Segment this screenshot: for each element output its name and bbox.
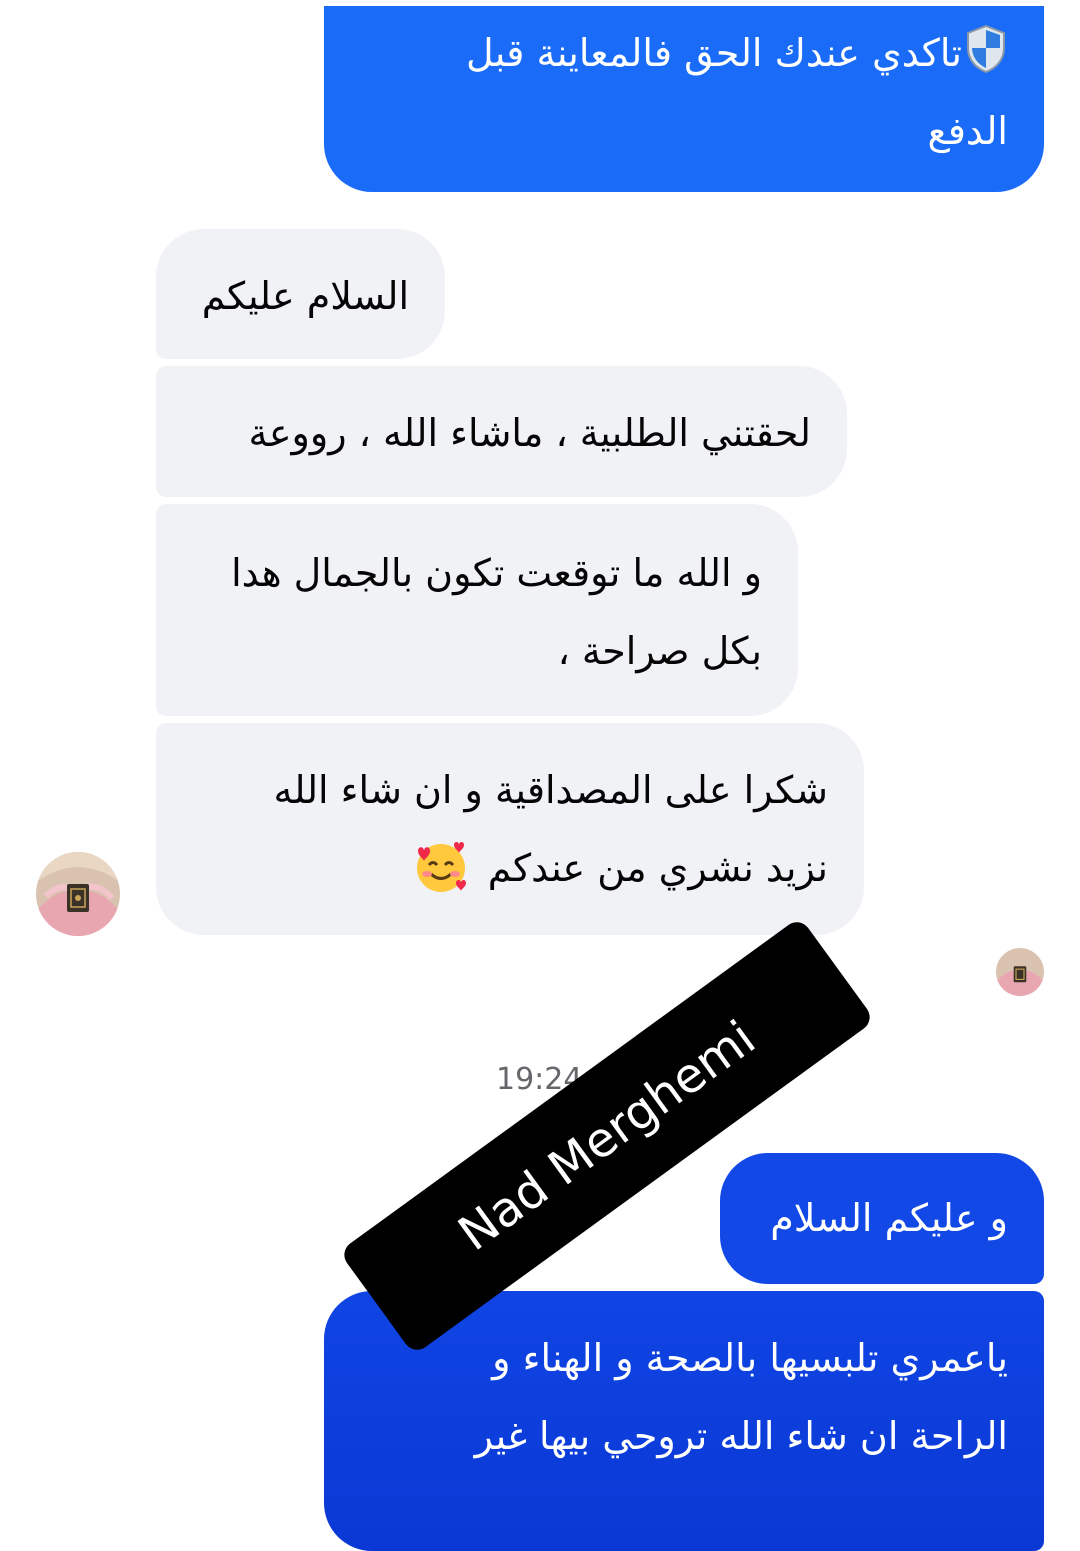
- read-receipt-avatar: [996, 948, 1044, 996]
- avatar-image: [36, 852, 120, 936]
- incoming-message-bubble[interactable]: السلام عليكم: [156, 229, 445, 359]
- message-line: السلام عليكم: [201, 274, 409, 318]
- outgoing-message-bubble[interactable]: و عليكم السلام: [720, 1153, 1044, 1284]
- smiling-face-with-hearts-icon: [416, 842, 466, 892]
- shield-icon: [967, 24, 1005, 74]
- incoming-message-bubble[interactable]: شكرا على المصداقية و ان شاء الله نزيد نش…: [156, 723, 864, 935]
- message-line: ياعمري تلبسيها بالصحة و الهناء و: [492, 1336, 1008, 1380]
- watermark-text: Nad Merghemi: [448, 1010, 766, 1262]
- outgoing-message-bubble[interactable]: تاكدي عندك الحق فالمعاينة قبل الدفع: [324, 6, 1044, 192]
- avatar-image: [996, 948, 1044, 996]
- message-line: نزيد نشري من عندكم: [192, 829, 828, 907]
- message-line: لحقتني الطلبية ، ماشاء الله ، رووعة: [248, 411, 811, 455]
- incoming-message-bubble[interactable]: لحقتني الطلبية ، ماشاء الله ، رووعة: [156, 366, 847, 497]
- message-line: تاكدي عندك الحق فالمعاينة قبل: [360, 14, 1008, 92]
- message-line: و الله ما توقعت تكون بالجمال هدا: [231, 551, 762, 595]
- message-line: الدفع: [927, 109, 1008, 153]
- message-line: شكرا على المصداقية و ان شاء الله: [273, 768, 828, 812]
- watermark-label: Nad Merghemi: [338, 916, 876, 1356]
- incoming-message-bubble[interactable]: و الله ما توقعت تكون بالجمال هدا بكل صرا…: [156, 504, 798, 716]
- message-line: بكل صراحة ،: [557, 629, 762, 673]
- message-line: الراحة ان شاء الله تروحي بيها غير: [474, 1414, 1008, 1458]
- message-line: و عليكم السلام: [770, 1196, 1008, 1240]
- contact-avatar[interactable]: [36, 852, 120, 936]
